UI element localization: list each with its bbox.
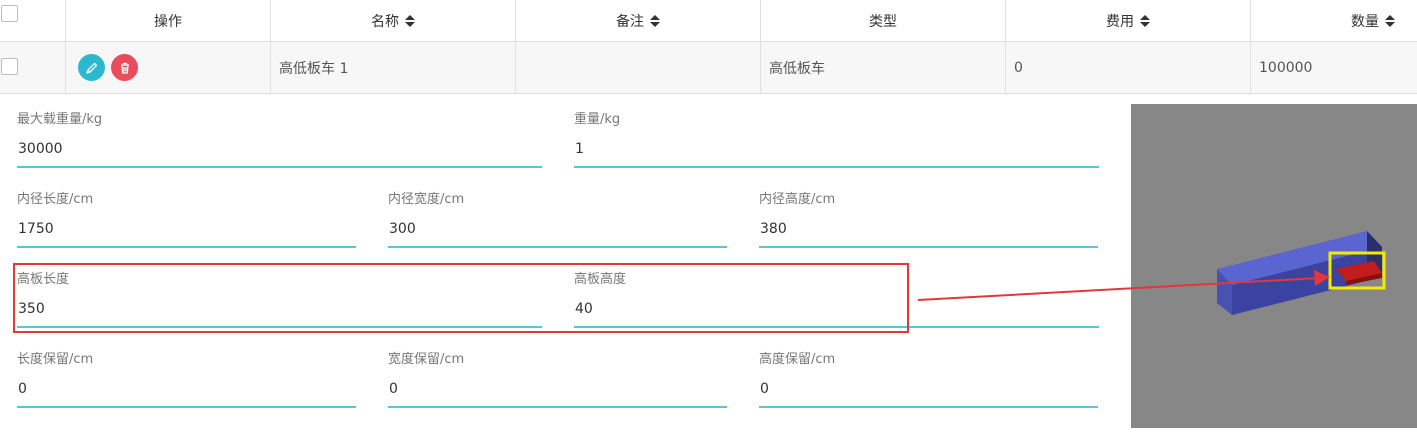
length-reserve-label: 长度保留/cm bbox=[17, 352, 94, 367]
edit-button[interactable] bbox=[78, 54, 105, 81]
header-select-all-cell bbox=[0, 0, 66, 41]
header-type: 类型 bbox=[761, 0, 1006, 41]
weight-input[interactable] bbox=[574, 132, 1099, 168]
row-checkbox[interactable] bbox=[1, 58, 18, 75]
max-load-label: 最大载重量/kg bbox=[17, 112, 103, 127]
inner-width-input[interactable] bbox=[388, 212, 727, 248]
select-all-checkbox[interactable] bbox=[1, 5, 18, 22]
data-table: 操作 名称 备注 类型 费用 数量 高低板车 1 高低板车 0 100000 bbox=[0, 0, 1417, 94]
inner-width-label: 内径宽度/cm bbox=[388, 192, 465, 207]
header-remark[interactable]: 备注 bbox=[516, 0, 761, 41]
inner-length-input[interactable] bbox=[17, 212, 356, 248]
header-quantity[interactable]: 数量 bbox=[1251, 0, 1417, 41]
max-load-input[interactable] bbox=[17, 132, 542, 168]
weight-label: 重量/kg bbox=[574, 112, 621, 127]
header-quantity-label: 数量 bbox=[1351, 13, 1379, 30]
row-cost: 0 bbox=[1006, 42, 1251, 93]
high-board-height-label: 高板高度 bbox=[574, 272, 627, 287]
header-name[interactable]: 名称 bbox=[271, 0, 516, 41]
header-actions-label: 操作 bbox=[154, 13, 182, 30]
table-header-row: 操作 名称 备注 类型 费用 数量 bbox=[0, 0, 1417, 42]
row-type: 高低板车 bbox=[761, 42, 1006, 93]
header-cost-label: 费用 bbox=[1106, 13, 1134, 30]
row-actions bbox=[66, 42, 271, 93]
row-quantity: 100000 bbox=[1259, 59, 1313, 76]
truck-3d-preview[interactable] bbox=[1131, 104, 1417, 428]
high-board-height-input[interactable] bbox=[574, 292, 1099, 328]
header-remark-label: 备注 bbox=[616, 13, 644, 30]
height-reserve-label: 高度保留/cm bbox=[759, 352, 836, 367]
inner-height-input[interactable] bbox=[759, 212, 1098, 248]
inner-length-label: 内径长度/cm bbox=[17, 192, 94, 207]
header-cost[interactable]: 费用 bbox=[1006, 0, 1251, 41]
header-actions: 操作 bbox=[66, 0, 271, 41]
sort-icon[interactable] bbox=[1385, 14, 1395, 27]
row-name: 高低板车 1 bbox=[271, 42, 516, 93]
width-reserve-label: 宽度保留/cm bbox=[388, 352, 465, 367]
trash-icon bbox=[120, 62, 129, 74]
sort-icon[interactable] bbox=[405, 14, 415, 27]
high-board-length-label: 高板长度 bbox=[17, 272, 70, 287]
table-row[interactable]: 高低板车 1 高低板车 0 100000 bbox=[0, 42, 1417, 94]
inner-height-label: 内径高度/cm bbox=[759, 192, 836, 207]
width-reserve-input[interactable] bbox=[388, 372, 727, 408]
header-type-label: 类型 bbox=[869, 13, 897, 30]
header-name-label: 名称 bbox=[371, 13, 399, 30]
sort-icon[interactable] bbox=[1140, 14, 1150, 27]
row-select-cell bbox=[0, 42, 66, 93]
pencil-icon bbox=[85, 62, 97, 74]
high-board-length-input[interactable] bbox=[17, 292, 542, 328]
sort-icon[interactable] bbox=[650, 14, 660, 27]
truck-model-icon bbox=[1217, 231, 1386, 315]
height-reserve-input[interactable] bbox=[759, 372, 1098, 408]
delete-button[interactable] bbox=[111, 54, 138, 81]
row-remark bbox=[516, 42, 761, 93]
length-reserve-input[interactable] bbox=[17, 372, 356, 408]
